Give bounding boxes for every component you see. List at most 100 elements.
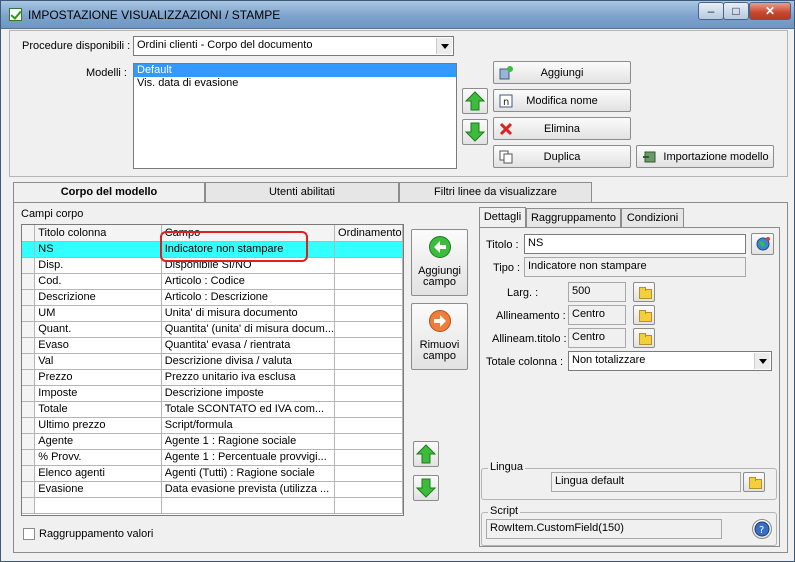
row-indicator[interactable]: [22, 305, 36, 322]
table-cell[interactable]: [334, 385, 403, 402]
table-cell[interactable]: Agente: [34, 433, 162, 450]
table-row[interactable]: Totale Totale SCONTATO ed IVA com...: [22, 401, 403, 418]
table-cell[interactable]: [334, 273, 403, 290]
row-indicator[interactable]: [22, 337, 36, 354]
allineam-titolo-folder-icon[interactable]: [633, 328, 655, 348]
row-indicator[interactable]: [22, 465, 36, 482]
importazione-modello-button[interactable]: Importazione modello: [636, 145, 774, 168]
table-row[interactable]: Evasione Data evasione prevista (utilizza…: [22, 481, 403, 498]
table-cell[interactable]: Agenti (Tutti) : Ragione sociale: [161, 465, 336, 482]
table-cell[interactable]: Val: [34, 353, 162, 370]
row-indicator[interactable]: [22, 273, 36, 290]
table-cell[interactable]: [334, 241, 403, 258]
table-row[interactable]: Cod. Articolo : Codice: [22, 273, 403, 290]
table-cell[interactable]: Data evasione prevista (utilizza ...: [161, 481, 336, 498]
table-row[interactable]: Ultimo prezzo Script/formula: [22, 417, 403, 434]
elimina-button[interactable]: Elimina: [493, 117, 631, 140]
chevron-down-icon[interactable]: [754, 353, 770, 369]
raggruppamento-valori-checkbox[interactable]: [23, 528, 35, 540]
table-cell[interactable]: Descrizione divisa / valuta: [161, 353, 336, 370]
table-cell[interactable]: Elenco agenti: [34, 465, 162, 482]
table-row[interactable]: Elenco agenti Agenti (Tutti) : Ragione so…: [22, 465, 403, 482]
row-indicator[interactable]: [22, 289, 36, 306]
duplica-button[interactable]: Duplica: [493, 145, 631, 168]
globe-button[interactable]: [751, 233, 774, 255]
chevron-down-icon[interactable]: [436, 38, 452, 54]
table-cell[interactable]: Quant.: [34, 321, 162, 338]
totale-colonna-select[interactable]: Non totalizzare: [568, 351, 772, 371]
column-header-0[interactable]: Titolo colonna: [34, 225, 162, 242]
table-cell[interactable]: [334, 353, 403, 370]
table-cell[interactable]: [334, 497, 403, 514]
table-cell[interactable]: [161, 497, 336, 514]
table-cell[interactable]: Ultimo prezzo: [34, 417, 162, 434]
table-cell[interactable]: [334, 417, 403, 434]
table-cell[interactable]: Evaso: [34, 337, 162, 354]
table-cell[interactable]: % Provv.: [34, 449, 162, 466]
allineam-titolo-field[interactable]: Centro: [568, 328, 626, 348]
row-indicator[interactable]: [22, 321, 36, 338]
table-cell[interactable]: Imposte: [34, 385, 162, 402]
tab-dettagli[interactable]: Dettagli: [479, 207, 526, 227]
table-cell[interactable]: Prezzo: [34, 369, 162, 386]
table-cell[interactable]: Descrizione imposte: [161, 385, 336, 402]
modelli-item-default[interactable]: Default: [134, 64, 456, 77]
table-row[interactable]: Agente Agente 1 : Ragione sociale: [22, 433, 403, 450]
row-indicator[interactable]: [22, 241, 36, 258]
table-cell[interactable]: [334, 449, 403, 466]
table-cell[interactable]: Prezzo unitario iva esclusa: [161, 369, 336, 386]
table-cell[interactable]: Cod.: [34, 273, 162, 290]
table-cell[interactable]: Evasione: [34, 481, 162, 498]
row-indicator[interactable]: [22, 385, 36, 402]
table-cell[interactable]: Articolo : Codice: [161, 273, 336, 290]
table-cell[interactable]: [334, 369, 403, 386]
rimuovi-campo-button[interactable]: Rimuovi campo: [411, 303, 468, 370]
column-header-2[interactable]: Ordinamento: [334, 225, 403, 242]
modifica-nome-button[interactable]: n Modifica nome: [493, 89, 631, 112]
table-cell[interactable]: [334, 481, 403, 498]
table-cell[interactable]: Quantita' (unita' di misura docum...: [161, 321, 336, 338]
table-cell[interactable]: [34, 497, 162, 514]
row-indicator[interactable]: [22, 257, 36, 274]
table-cell[interactable]: [334, 321, 403, 338]
aggiungi-campo-button[interactable]: Aggiungi campo: [411, 229, 468, 296]
move-up-field-button[interactable]: [413, 441, 439, 467]
table-row[interactable]: [22, 497, 403, 514]
row-indicator[interactable]: [22, 481, 36, 498]
table-cell[interactable]: Descrizione: [34, 289, 162, 306]
table-cell[interactable]: [334, 305, 403, 322]
table-row[interactable]: Imposte Descrizione imposte: [22, 385, 403, 402]
move-up-model-button[interactable]: [462, 88, 488, 114]
table-row[interactable]: Prezzo Prezzo unitario iva esclusa: [22, 369, 403, 386]
modelli-item-vis-data[interactable]: Vis. data di evasione: [134, 77, 456, 90]
maximize-button[interactable]: □: [723, 2, 749, 20]
row-indicator[interactable]: [22, 417, 36, 434]
table-cell[interactable]: Script/formula: [161, 417, 336, 434]
table-cell[interactable]: UM: [34, 305, 162, 322]
table-cell[interactable]: [334, 401, 403, 418]
table-cell[interactable]: Quantita' evasa / rientrata: [161, 337, 336, 354]
allineamento-folder-icon[interactable]: [633, 305, 655, 325]
row-indicator[interactable]: [22, 369, 36, 386]
title-bar[interactable]: IMPOSTAZIONE VISUALIZZAZIONI / STAMPE – …: [1, 1, 794, 29]
tab-condizioni[interactable]: Condizioni: [621, 208, 684, 228]
table-row[interactable]: % Provv. Agente 1 : Percentuale provvigi.…: [22, 449, 403, 466]
table-cell[interactable]: Articolo : Descrizione: [161, 289, 336, 306]
table-row[interactable]: UM Unita' di misura documento: [22, 305, 403, 322]
table-cell[interactable]: [334, 289, 403, 306]
row-indicator[interactable]: [22, 401, 36, 418]
move-down-field-button[interactable]: [413, 475, 439, 501]
table-row[interactable]: Evaso Quantita' evasa / rientrata: [22, 337, 403, 354]
table-cell[interactable]: NS: [34, 241, 162, 258]
table-cell[interactable]: [334, 433, 403, 450]
table-row[interactable]: Quant. Quantita' (unita' di misura docum.…: [22, 321, 403, 338]
larg-folder-icon[interactable]: [633, 282, 655, 302]
table-cell[interactable]: Totale: [34, 401, 162, 418]
lingua-folder-icon[interactable]: [743, 472, 765, 492]
campi-grid[interactable]: Titolo colonna Campo Ordinamento NS Indicato…: [21, 224, 404, 516]
table-row[interactable]: Val Descrizione divisa / valuta: [22, 353, 403, 370]
table-cell[interactable]: Disp.: [34, 257, 162, 274]
table-cell[interactable]: [334, 337, 403, 354]
table-cell[interactable]: [334, 257, 403, 274]
row-indicator[interactable]: [22, 497, 36, 514]
